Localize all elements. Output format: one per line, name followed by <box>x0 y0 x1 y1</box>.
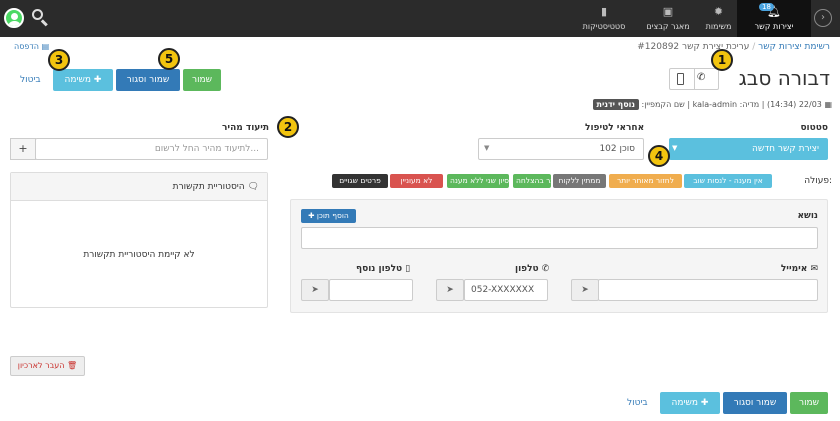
image-icon: ▣ <box>662 5 674 18</box>
lead-meta: ▦ 22/03 (14:34) | מדיה: kala-admin | שם … <box>592 99 832 110</box>
task-label: משימה <box>671 398 699 408</box>
meta-text: 22/03 (14:34) | מדיה: kala-admin | שם הק… <box>641 100 822 109</box>
user-avatar[interactable] <box>4 8 24 28</box>
add-content-label: הוסף תוכן <box>316 211 349 220</box>
leads-badge: 18 <box>759 3 774 11</box>
plus-icon: + <box>18 142 28 155</box>
phone-icon[interactable]: ✆ <box>697 72 705 83</box>
phone-icon: ✆ <box>541 264 550 274</box>
search-icon[interactable] <box>32 9 48 27</box>
mobile-icon: ▯ <box>405 264 411 274</box>
source-badge: נוסף ידנית <box>592 99 639 110</box>
envelope-icon: ✉ <box>810 264 818 274</box>
quick-doc-placeholder: לתיעוד מהיר החל לרשום... <box>154 144 259 154</box>
comments-icon: 🗨︎ <box>247 182 259 192</box>
gear-icon: ✹ <box>713 5 724 18</box>
quick-doc-input[interactable]: לתיעוד מהיר החל לרשום... <box>35 138 268 160</box>
tutorial-marker-1: 1 <box>711 49 733 71</box>
tutorial-marker-4: 4 <box>648 145 670 167</box>
send-icon: ➤ <box>581 285 589 295</box>
chevron-down-icon: ▼ <box>672 144 678 152</box>
breadcrumb-list-link[interactable]: רשימת יצירות קשר <box>758 42 830 52</box>
agent-select[interactable]: סוכן 102 <box>478 138 644 160</box>
action-tag[interactable]: אין מענה - לנסות שוב <box>684 174 772 188</box>
send-sms2-button[interactable]: ➤ <box>301 279 329 301</box>
save-close-button[interactable]: שמור וסגור <box>116 69 180 91</box>
cancel-link-bottom[interactable]: ביטול <box>627 398 648 408</box>
action-label: פעולה: <box>804 176 832 186</box>
quick-doc-label: תיעוד מהיר <box>222 123 270 133</box>
plus-icon: ✚ <box>700 398 709 408</box>
tutorial-marker-5: 5 <box>158 48 180 70</box>
mobile-icon[interactable] <box>677 73 684 85</box>
plus-icon: ✚ <box>308 211 315 220</box>
status-label: סטטוס <box>800 123 828 133</box>
archive-button[interactable]: העבר לארכיון 🗑︎ <box>10 356 85 376</box>
phone-input[interactable]: 052-XXXXXXX <box>464 279 548 301</box>
action-tag[interactable]: נסגר בהצלחה <box>513 174 551 188</box>
send-sms-button[interactable]: ➤ <box>436 279 464 301</box>
add-task-button[interactable]: משימה ✚ <box>53 69 113 91</box>
nav-files[interactable]: ▣ מאגר קבצים <box>636 0 700 37</box>
phone-button-group[interactable]: ✆ <box>669 68 719 90</box>
email-input[interactable] <box>598 279 818 301</box>
nav-tasks[interactable]: ✹ משימות <box>700 0 737 37</box>
breadcrumb-current: עריכת יצירת קשר #120892 <box>637 42 750 52</box>
add-task-button-bottom[interactable]: משימה ✚ <box>660 392 720 414</box>
chevron-down-icon: ▼ <box>484 144 490 152</box>
save-button-bottom[interactable]: שמור <box>790 392 828 414</box>
phone2-input[interactable] <box>329 279 413 301</box>
breadcrumb: רשימת יצירות קשר / עריכת יצירת קשר #1208… <box>637 42 830 52</box>
action-tag[interactable]: פרטים שגויים <box>332 174 388 188</box>
task-label: משימה <box>64 75 92 85</box>
lead-name: דבורה סבג <box>738 66 830 90</box>
bell-icon: 🔔︎ <box>767 5 781 18</box>
nav-files-label: מאגר קבצים <box>646 22 690 31</box>
nav-stats[interactable]: ▮ סטטיסטיקות <box>573 0 635 37</box>
phone2-label: טלפון נוסף ▯ <box>356 264 411 274</box>
add-doc-button[interactable]: + <box>10 138 36 160</box>
agent-label: אחראי לטיפול <box>585 123 645 133</box>
tutorial-marker-2: 2 <box>277 116 299 138</box>
trash-icon: 🗑︎ <box>67 361 78 370</box>
history-title: היסטוריית תקשורת 🗨︎ <box>172 182 259 192</box>
nav-stats-label: סטטיסטיקות <box>582 22 626 31</box>
action-tag[interactable]: לחזור מאוחר יותר <box>609 174 682 188</box>
send-email-button[interactable]: ➤ <box>571 279 599 301</box>
agent-value: סוכן 102 <box>599 144 635 154</box>
action-tag[interactable]: לא מעוניין <box>390 174 443 188</box>
save-close-button-bottom[interactable]: שמור וסגור <box>723 392 787 414</box>
printer-icon: ▤ <box>41 42 50 51</box>
status-value: יצירת קשר חדשה <box>752 144 819 154</box>
top-navbar: › 🔔︎ 18 יצירות קשר ✹ משימות ▣ מאגר קבצים… <box>0 0 840 37</box>
send-icon: ➤ <box>446 285 454 295</box>
print-link[interactable]: הדפסה ▤ <box>14 42 49 51</box>
action-tag[interactable]: ממתין ללקוח <box>553 174 606 188</box>
email-label: אימייל ✉ <box>780 264 818 274</box>
history-empty-text: לא קיימת היסטוריית תקשורת <box>83 250 195 260</box>
action-tag[interactable]: נסיון שני ללא מענה <box>447 174 509 188</box>
phone-value: 052-XXXXXXX <box>471 285 535 295</box>
collapse-icon[interactable]: › <box>814 9 832 27</box>
bar-chart-icon: ▮ <box>600 5 608 18</box>
history-panel: היסטוריית תקשורת 🗨︎ לא קיימת היסטוריית ת… <box>10 172 268 308</box>
calendar-icon: ▦ <box>824 100 832 109</box>
cancel-link[interactable]: ביטול <box>20 75 41 85</box>
subject-label: נושא <box>797 211 818 221</box>
nav-leads-label: יצירות קשר <box>754 22 794 31</box>
send-icon: ➤ <box>311 285 319 295</box>
save-button[interactable]: שמור <box>183 69 221 91</box>
add-content-button[interactable]: ✚ הוסף תוכן <box>301 209 356 223</box>
subject-input[interactable] <box>301 227 818 249</box>
phone-label: טלפון ✆ <box>515 264 550 274</box>
archive-label: העבר לארכיון <box>17 361 65 370</box>
status-select[interactable]: יצירת קשר חדשה <box>669 138 828 160</box>
plus-icon: ✚ <box>93 75 102 85</box>
print-label: הדפסה <box>14 42 40 51</box>
tutorial-marker-3: 3 <box>48 49 70 71</box>
nav-leads[interactable]: 🔔︎ 18 יצירות קשר <box>737 0 811 37</box>
nav-tasks-label: משימות <box>705 22 732 31</box>
